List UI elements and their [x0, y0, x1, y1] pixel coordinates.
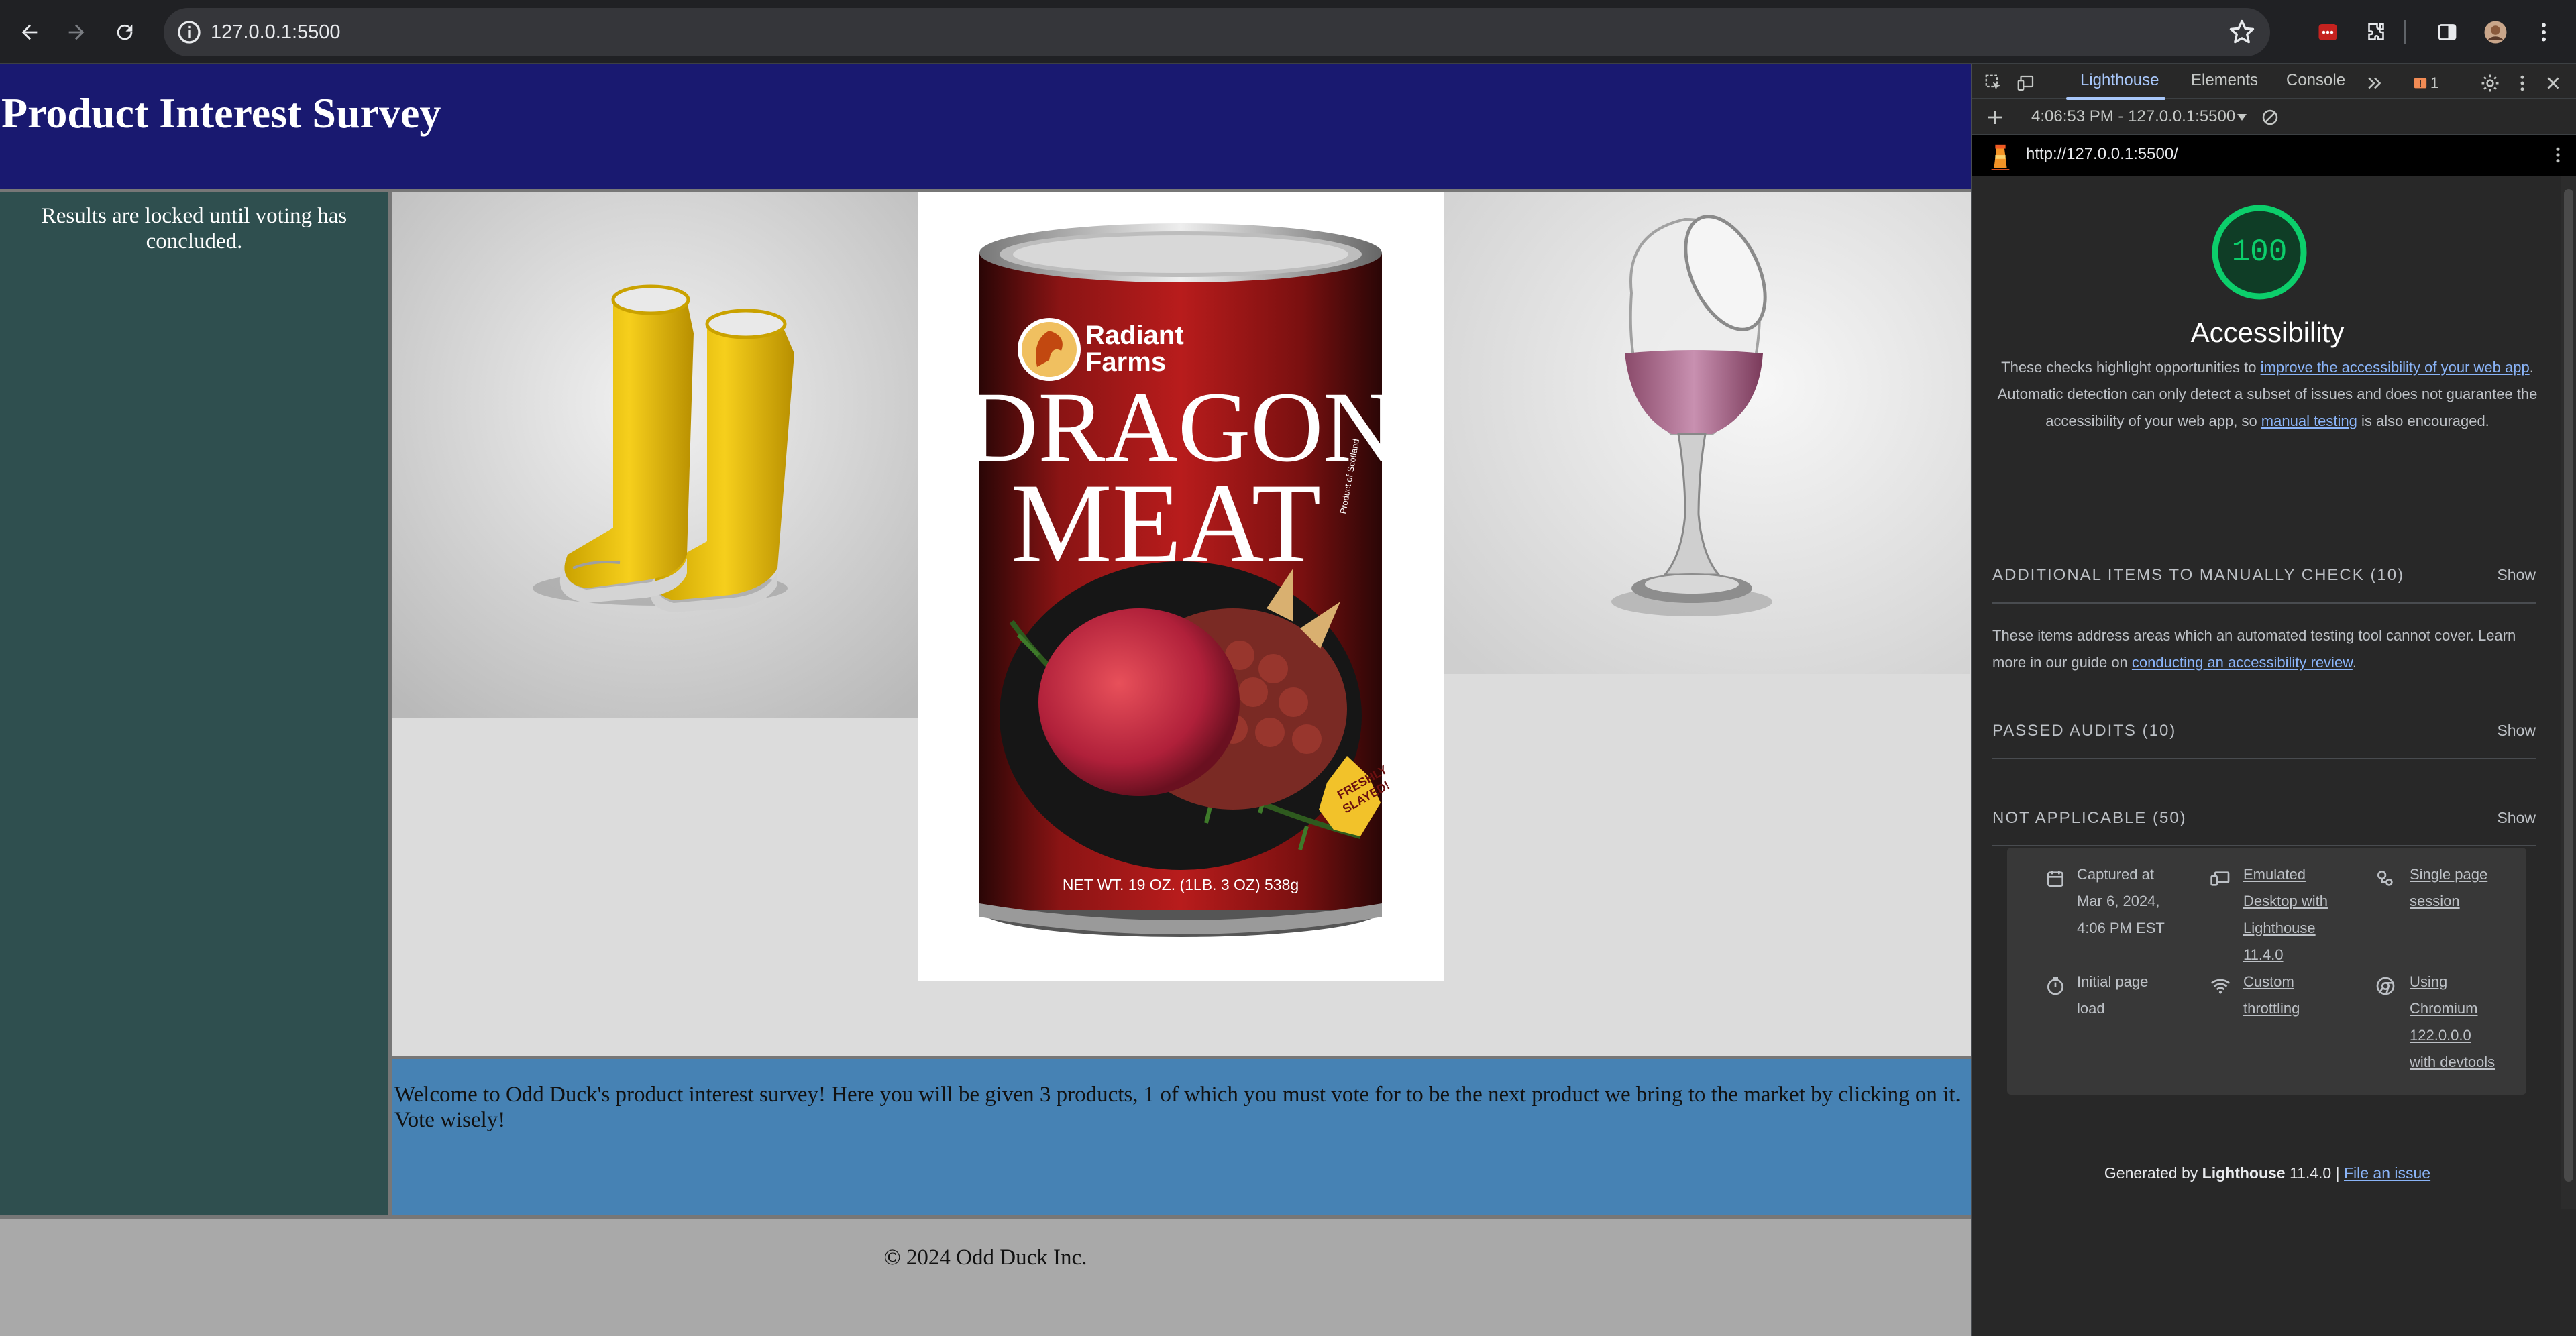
- brand-line1: Radiant: [1085, 321, 1184, 350]
- page-viewport: Product Interest Survey Results are lock…: [0, 64, 1971, 1336]
- results-locked-text: Results are locked until voting has conc…: [41, 204, 347, 254]
- extension-icon[interactable]: [2310, 15, 2345, 50]
- net-weight-text: NET WT. 19 OZ. (1LB. 3 OZ) 538g: [1063, 876, 1299, 893]
- report-url-bar: http://127.0.0.1:5500/: [1972, 135, 2576, 176]
- device-toolbar-icon[interactable]: [2012, 70, 2039, 97]
- group-passed-audits[interactable]: PASSED AUDITS (10) Show: [1992, 706, 2536, 759]
- info-icon[interactable]: [176, 19, 203, 46]
- group-not-applicable[interactable]: NOT APPLICABLE (50) Show: [1992, 793, 2536, 846]
- generated-by-footer: Generated by Lighthouse 11.4.0 | File an…: [2104, 1164, 2431, 1182]
- kebab-menu-icon[interactable]: [2526, 15, 2561, 50]
- group-manual-checks[interactable]: ADDITIONAL ITEMS TO MANUALLY CHECK (10) …: [1992, 550, 2536, 604]
- group-title: NOT APPLICABLE (50): [1992, 809, 2187, 827]
- star-icon[interactable]: [2227, 17, 2257, 47]
- devtools-tabbar: Lighthouse Elements Console 1: [1972, 64, 2576, 100]
- accessibility-score: 100: [2231, 235, 2288, 270]
- devices-icon: [2210, 871, 2230, 886]
- boots-illustration: [392, 192, 918, 718]
- accessibility-review-link[interactable]: conducting an accessibility review: [2132, 654, 2353, 671]
- report-scrollbar[interactable]: [2561, 176, 2576, 1209]
- url-text[interactable]: 127.0.0.1:5500: [211, 19, 341, 46]
- emulated-device-link[interactable]: Emulated Desktop with Lighthouse 11.4.0: [2243, 861, 2328, 968]
- session-icon: [2377, 871, 2393, 886]
- lighthouse-brand: Lighthouse: [2202, 1164, 2286, 1182]
- devtools-menu-icon[interactable]: [2509, 70, 2536, 97]
- puzzle-icon[interactable]: [2359, 15, 2394, 50]
- calendar-icon: [2047, 871, 2063, 887]
- devtools-panel: Lighthouse Elements Console 1 4:06:53 PM…: [1971, 64, 2576, 1336]
- browser-toolbar: 127.0.0.1:5500: [0, 0, 2576, 64]
- initial-page-load: Initial page load: [2077, 973, 2149, 1017]
- wifi-icon: [2210, 979, 2231, 994]
- group-title: ADDITIONAL ITEMS TO MANUALLY CHECK (10): [1992, 566, 2405, 584]
- settings-gear-icon[interactable]: [2477, 70, 2504, 97]
- chrome-icon: [2376, 977, 2395, 995]
- product-dragon-meat-image[interactable]: FRESHLY SLAYED! Radiant Farms DRAGON MEA…: [918, 192, 1444, 981]
- footer-copyright: © 2024 Odd Duck Inc.: [883, 1245, 1087, 1270]
- category-title: Accessibility: [2190, 317, 2345, 348]
- manual-check-description: These items address areas which an autom…: [1992, 627, 2516, 671]
- product-wine-glass-image[interactable]: [1444, 192, 1970, 674]
- product-boots-image[interactable]: [392, 192, 918, 718]
- side-panel-icon[interactable]: [2430, 15, 2465, 50]
- back-arrow-icon[interactable]: [12, 15, 47, 50]
- can-label-line2: MEAT: [1011, 460, 1322, 586]
- chevron-down-icon[interactable]: [2237, 113, 2247, 122]
- clear-reports-icon[interactable]: [2257, 104, 2284, 131]
- forward-arrow-icon[interactable]: [59, 15, 94, 50]
- single-page-session-link[interactable]: Single page session: [2410, 861, 2487, 915]
- report-url: http://127.0.0.1:5500/: [2026, 145, 2178, 163]
- custom-throttling-link[interactable]: Custom throttling: [2243, 968, 2300, 1022]
- category-description: These checks highlight opportunities to …: [1997, 359, 2538, 429]
- report-selector[interactable]: 4:06:53 PM - 127.0.0.1:5500: [2031, 107, 2235, 126]
- product-gallery: FRESHLY SLAYED! Radiant Farms DRAGON MEA…: [392, 189, 1971, 1056]
- new-report-plus-icon[interactable]: [1982, 104, 2008, 131]
- show-button[interactable]: Show: [2497, 722, 2536, 740]
- issues-badge[interactable]: 1: [2407, 70, 2445, 97]
- report-menu-icon[interactable]: [2548, 145, 2568, 165]
- close-icon[interactable]: [2540, 70, 2567, 97]
- reload-icon[interactable]: [107, 15, 142, 50]
- issues-count: 1: [2430, 74, 2439, 91]
- dragon-meat-can-illustration: FRESHLY SLAYED! Radiant Farms DRAGON MEA…: [918, 192, 1444, 981]
- tab-lighthouse[interactable]: Lighthouse: [2080, 71, 2159, 90]
- more-tabs-icon[interactable]: [2361, 70, 2388, 97]
- scrollbar-thumb[interactable]: [2564, 189, 2573, 1182]
- chromium-version-link[interactable]: Using Chromium 122.0.0.0 with devtools: [2410, 968, 2495, 1076]
- tab-elements[interactable]: Elements: [2191, 71, 2258, 90]
- file-an-issue-link[interactable]: File an issue: [2344, 1164, 2430, 1182]
- intro-text: Welcome to Odd Duck's product interest s…: [394, 1082, 1961, 1132]
- site-footer: © 2024 Odd Duck Inc.: [0, 1215, 1971, 1336]
- timer-icon: [2047, 977, 2063, 995]
- tab-console[interactable]: Console: [2286, 71, 2345, 90]
- runtime-settings: Captured at Mar 6, 2024, 4:06 PM EST Emula…: [2007, 848, 2526, 1095]
- results-sidebar: Results are locked until voting has conc…: [0, 189, 392, 1215]
- manual-testing-link[interactable]: manual testing: [2261, 412, 2357, 429]
- group-title: PASSED AUDITS (10): [1992, 722, 2177, 740]
- site-header: Product Interest Survey: [0, 64, 1971, 189]
- wine-glass-illustration: [1444, 192, 1970, 674]
- improve-accessibility-link[interactable]: improve the accessibility of your web ap…: [2261, 359, 2530, 376]
- page-title: Product Interest Survey: [1, 89, 441, 137]
- show-button[interactable]: Show: [2497, 566, 2536, 584]
- show-button[interactable]: Show: [2497, 809, 2536, 827]
- captured-at: Captured at Mar 6, 2024, 4:06 PM EST: [2077, 866, 2165, 936]
- lighthouse-toolbar: 4:06:53 PM - 127.0.0.1:5500: [1972, 99, 2576, 135]
- lighthouse-logo-icon: [1991, 144, 2010, 170]
- toolbar-divider: [2404, 20, 2406, 44]
- profile-avatar[interactable]: [2478, 15, 2513, 50]
- address-bar[interactable]: 127.0.0.1:5500: [164, 8, 2270, 56]
- lighthouse-report: 100 Accessibility These checks highlight…: [1972, 176, 2563, 1209]
- inspect-element-icon[interactable]: [1980, 70, 2007, 97]
